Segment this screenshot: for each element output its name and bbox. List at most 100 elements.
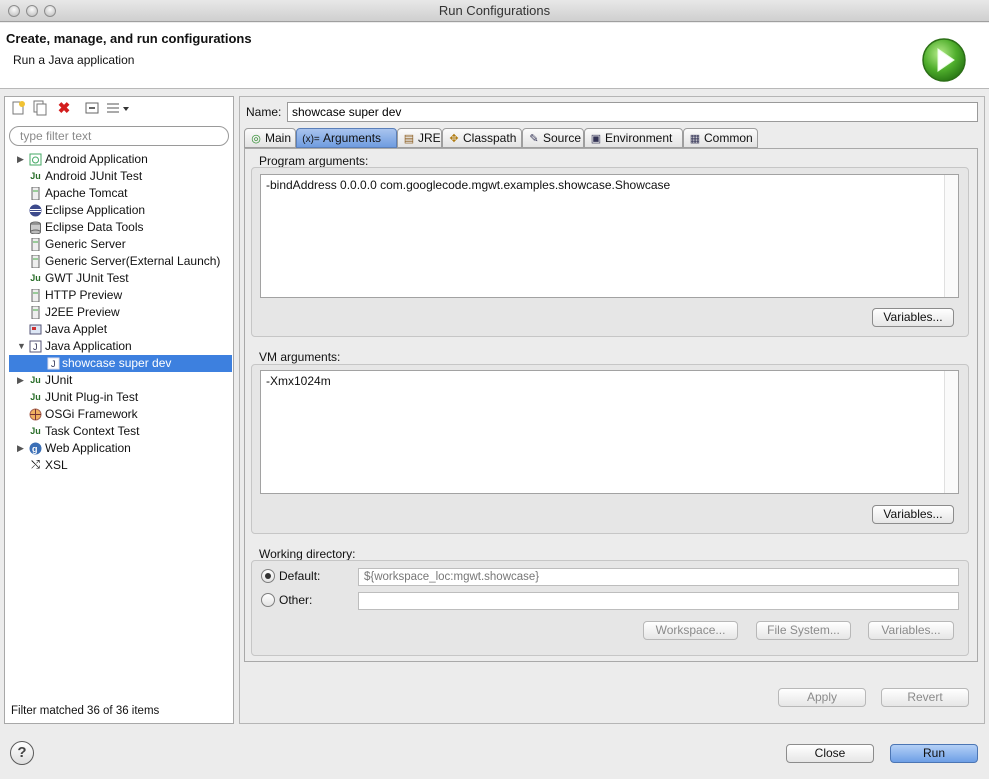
arguments-tab-body: Program arguments: -bindAddress 0.0.0.0 …	[244, 148, 978, 662]
other-label: Other:	[279, 593, 313, 607]
osgi-icon	[29, 408, 42, 421]
eclipse-icon	[29, 204, 42, 217]
working-directory-group: Default: ${workspace_loc:mgwt.showcase} …	[251, 560, 969, 656]
tree-item-http-preview[interactable]: HTTP Preview	[5, 287, 233, 304]
tree-item-osgi-framework[interactable]: OSGi Framework	[5, 406, 233, 423]
collapse-arrow-icon[interactable]: ▼	[17, 338, 27, 355]
xsl-icon: ⤭	[31, 459, 40, 471]
collapse-all-icon[interactable]	[83, 100, 101, 118]
environment-tab-icon: ▣	[590, 133, 602, 145]
tab-common[interactable]: ▦ Common	[683, 128, 758, 148]
tree-item-java-applet[interactable]: Java Applet	[5, 321, 233, 338]
window-zoom-button[interactable]	[44, 5, 56, 17]
tree-item-xsl[interactable]: ⤭ XSL	[5, 457, 233, 474]
window-title: Run Configurations	[438, 3, 551, 18]
filter-status: Filter matched 36 of 36 items	[11, 705, 160, 717]
title-bar: Run Configurations	[0, 0, 989, 22]
java-app-icon: J	[47, 357, 60, 370]
configuration-tree-panel: ✖ ▶ Android Application Ju Android JUnit…	[4, 96, 234, 724]
vm-arguments-label: VM arguments:	[259, 350, 341, 364]
configuration-tree: ▶ Android Application Ju Android JUnit T…	[5, 151, 233, 474]
dialog-header: Create, manage, and run configurations R…	[0, 23, 989, 89]
tree-item-gwt-junit-test[interactable]: Ju GWT JUnit Test	[5, 270, 233, 287]
working-directory-label: Working directory:	[259, 547, 356, 561]
server-icon	[29, 305, 42, 320]
tree-item-android-application[interactable]: ▶ Android Application	[5, 151, 233, 168]
tab-environment[interactable]: ▣ Environment	[584, 128, 683, 148]
delete-configuration-icon[interactable]: ✖	[55, 100, 73, 118]
tree-item-generic-server-external[interactable]: Generic Server(External Launch)	[5, 253, 233, 270]
header-title: Create, manage, and run configurations	[6, 31, 252, 46]
server-icon	[29, 288, 42, 303]
expand-arrow-icon[interactable]: ▶	[17, 151, 27, 168]
globe-icon: g	[29, 442, 42, 455]
configuration-editor-panel: Name: ◎Main (x)=Arguments ▤JRE ✥Classpat…	[239, 96, 985, 724]
svg-text:J: J	[51, 359, 56, 369]
tree-item-apache-tomcat[interactable]: Apache Tomcat	[5, 185, 233, 202]
source-tab-icon: ✎	[529, 133, 539, 145]
tree-item-showcase-super-dev[interactable]: J showcase super dev	[9, 355, 232, 372]
other-radio[interactable]	[261, 593, 275, 607]
junit-icon: Ju	[30, 273, 41, 283]
tree-item-java-application[interactable]: ▼ J Java Application	[5, 338, 233, 355]
default-radio[interactable]	[261, 569, 275, 583]
vm-arguments-input[interactable]: -Xmx1024m	[260, 370, 959, 494]
junit-icon: Ju	[30, 375, 41, 385]
close-button[interactable]: Close	[786, 744, 874, 763]
directory-variables-button[interactable]: Variables...	[868, 621, 954, 640]
revert-button[interactable]: Revert	[881, 688, 969, 707]
tree-item-android-junit-test[interactable]: Ju Android JUnit Test	[5, 168, 233, 185]
server-icon	[29, 254, 42, 269]
run-button[interactable]: Run	[890, 744, 978, 763]
window-minimize-button[interactable]	[26, 5, 38, 17]
svg-text:g: g	[32, 444, 38, 454]
arguments-tab-icon: (x)=	[302, 134, 320, 145]
vm-variables-button[interactable]: Variables...	[872, 505, 954, 524]
tree-item-j2ee-preview[interactable]: J2EE Preview	[5, 304, 233, 321]
duplicate-configuration-icon[interactable]	[31, 100, 49, 118]
vm-arguments-group: -Xmx1024m Variables...	[251, 364, 969, 534]
vm-arguments-scrollbar[interactable]	[944, 371, 958, 493]
server-icon	[29, 186, 42, 201]
common-tab-icon: ▦	[689, 133, 701, 145]
tree-item-eclipse-data-tools[interactable]: Eclipse Data Tools	[5, 219, 233, 236]
junit-icon: Ju	[30, 171, 41, 181]
applet-icon	[29, 323, 42, 336]
tree-item-task-context-test[interactable]: Ju Task Context Test	[5, 423, 233, 440]
name-input[interactable]	[287, 102, 978, 122]
file-system-button[interactable]: File System...	[756, 621, 851, 640]
tree-item-generic-server[interactable]: Generic Server	[5, 236, 233, 253]
tab-source[interactable]: ✎ Source	[522, 128, 584, 148]
tree-item-web-application[interactable]: ▶ g Web Application	[5, 440, 233, 457]
tab-jre[interactable]: ▤ JRE	[397, 128, 442, 148]
program-variables-button[interactable]: Variables...	[872, 308, 954, 327]
classpath-tab-icon: ✥	[449, 133, 459, 145]
new-configuration-icon[interactable]	[9, 100, 27, 118]
other-directory-field[interactable]	[358, 592, 959, 610]
apply-button[interactable]: Apply	[778, 688, 866, 707]
run-banner-icon	[922, 38, 966, 82]
tab-main[interactable]: ◎ Main	[244, 128, 296, 148]
tree-item-junit[interactable]: ▶ Ju JUnit	[5, 372, 233, 389]
android-app-icon	[29, 153, 42, 166]
program-arguments-group: -bindAddress 0.0.0.0 com.googlecode.mgwt…	[251, 167, 969, 337]
tab-arguments[interactable]: (x)= Arguments	[296, 128, 397, 148]
program-arguments-input[interactable]: -bindAddress 0.0.0.0 com.googlecode.mgwt…	[260, 174, 959, 298]
expand-arrow-icon[interactable]: ▶	[17, 372, 27, 389]
program-arguments-scrollbar[interactable]	[944, 175, 958, 297]
filter-input[interactable]	[9, 126, 229, 146]
tab-classpath[interactable]: ✥ Classpath	[442, 128, 522, 148]
server-icon	[29, 237, 42, 252]
database-icon	[29, 221, 42, 235]
window-close-button[interactable]	[8, 5, 20, 17]
expand-arrow-icon[interactable]: ▶	[17, 440, 27, 457]
tree-item-eclipse-application[interactable]: Eclipse Application	[5, 202, 233, 219]
program-arguments-label: Program arguments:	[259, 154, 369, 168]
workspace-button[interactable]: Workspace...	[643, 621, 738, 640]
junit-icon: Ju	[30, 426, 41, 436]
tree-item-junit-plugin-test[interactable]: Ju JUnit Plug-in Test	[5, 389, 233, 406]
filter-menu-icon[interactable]	[105, 100, 131, 118]
help-icon[interactable]: ?	[10, 741, 34, 765]
default-directory-field: ${workspace_loc:mgwt.showcase}	[358, 568, 959, 586]
name-label: Name:	[246, 105, 282, 119]
